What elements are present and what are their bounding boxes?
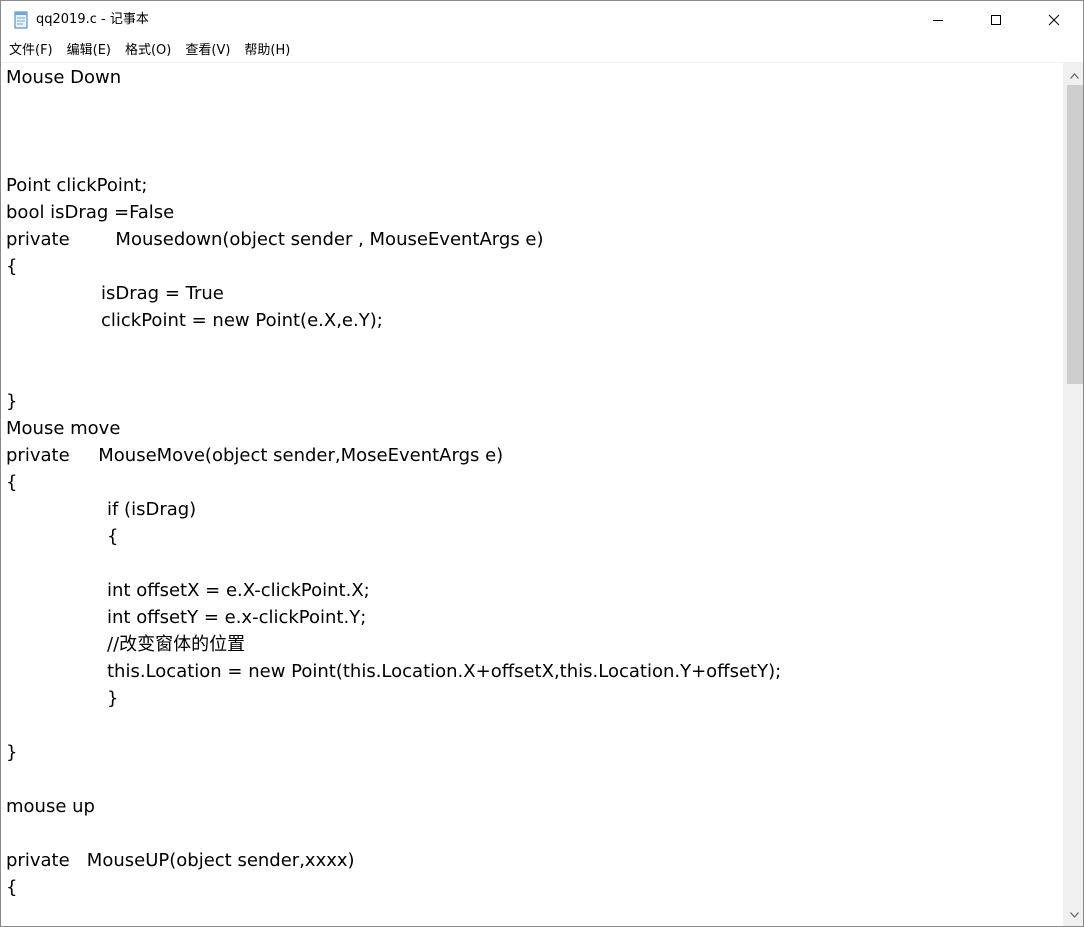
- scrollbar-thumb[interactable]: [1067, 85, 1083, 384]
- text-line[interactable]: [6, 361, 1063, 388]
- line-text: Point clickPoint;: [6, 175, 148, 196]
- window-title: qq2019.c - 记事本: [36, 12, 149, 27]
- text-line[interactable]: {: [6, 253, 1063, 280]
- maximize-button[interactable]: [967, 1, 1025, 39]
- line-text: {: [6, 877, 18, 898]
- close-button[interactable]: [1025, 1, 1083, 39]
- line-text: if (isDrag): [107, 499, 197, 520]
- line-text: int offsetX = e.X-clickPoint.X;: [107, 580, 370, 601]
- menu-bar: 文件(F) 编辑(E) 格式(O) 查看(V) 帮助(H): [1, 39, 1083, 63]
- menu-help[interactable]: 帮助(H): [237, 40, 297, 62]
- text-line[interactable]: Mouse Down: [6, 64, 1063, 91]
- title-bar[interactable]: qq2019.c - 记事本: [1, 1, 1083, 39]
- text-line[interactable]: if (isDrag): [6, 496, 1063, 523]
- line-text: bool isDrag =False: [6, 202, 175, 223]
- text-line[interactable]: {: [6, 874, 1063, 901]
- text-line[interactable]: private MouseUP(object sender,xxxx): [6, 847, 1063, 874]
- text-editor[interactable]: Mouse Down Point clickPoint; bool isDrag =…: [1, 63, 1063, 926]
- tab-indent: [6, 658, 107, 685]
- scroll-up-arrow-icon: [1070, 72, 1079, 79]
- text-line[interactable]: private MouseMove(object sender,MoseEven…: [6, 442, 1063, 469]
- tab-indent: [6, 631, 107, 658]
- text-line[interactable]: this.Location = new Point(this.Location.…: [6, 658, 1063, 685]
- menu-edit[interactable]: 编辑(E): [60, 40, 118, 62]
- line-text: {: [6, 256, 18, 277]
- text-line[interactable]: Point clickPoint;: [6, 172, 1063, 199]
- text-line[interactable]: //改变窗体的位置: [6, 631, 1063, 658]
- line-text: int offsetY = e.x-clickPoint.Y;: [107, 607, 367, 628]
- minimize-icon: [933, 20, 943, 21]
- vertical-scrollbar[interactable]: [1063, 63, 1083, 926]
- tab-indent: [6, 604, 107, 631]
- tab-indent: [6, 685, 107, 712]
- line-text: this.Location = new Point(this.Location.…: [107, 661, 782, 682]
- line-text: }: [6, 391, 18, 412]
- tab-indent: [6, 577, 107, 604]
- scroll-down-button[interactable]: [1064, 904, 1083, 925]
- menu-view[interactable]: 查看(V): [178, 40, 237, 62]
- line-text: private Mousedown(object sender , MouseE…: [6, 229, 544, 250]
- line-text: isDrag = True: [101, 283, 224, 304]
- maximize-icon: [991, 15, 1001, 25]
- text-line[interactable]: }: [6, 388, 1063, 415]
- text-line[interactable]: private Mousedown(object sender , MouseE…: [6, 226, 1063, 253]
- text-line[interactable]: bool isDrag =False: [6, 199, 1063, 226]
- line-text: private MouseMove(object sender,MoseEven…: [6, 445, 504, 466]
- line-text: Mouse move: [6, 418, 121, 439]
- text-line[interactable]: [6, 766, 1063, 793]
- notepad-icon: [14, 11, 28, 29]
- tab-indent: [6, 280, 101, 307]
- line-text: //改变窗体的位置: [107, 634, 246, 655]
- line-text: private MouseUP(object sender,xxxx): [6, 850, 355, 871]
- text-line[interactable]: [6, 145, 1063, 172]
- tab-indent: [6, 496, 107, 523]
- text-line[interactable]: [6, 91, 1063, 118]
- text-line[interactable]: [6, 550, 1063, 577]
- text-line[interactable]: {: [6, 469, 1063, 496]
- text-line[interactable]: [6, 118, 1063, 145]
- line-text: {: [6, 472, 18, 493]
- line-text: Mouse Down: [6, 67, 122, 88]
- document-text[interactable]: Mouse Down Point clickPoint; bool isDrag =…: [6, 64, 1063, 901]
- text-line[interactable]: [6, 334, 1063, 361]
- text-line[interactable]: clickPoint = new Point(e.X,e.Y);: [6, 307, 1063, 334]
- text-line[interactable]: isDrag = True: [6, 280, 1063, 307]
- line-text: {: [107, 526, 119, 547]
- tab-indent: [6, 307, 101, 334]
- text-line[interactable]: int offsetY = e.x-clickPoint.Y;: [6, 604, 1063, 631]
- text-line[interactable]: [6, 712, 1063, 739]
- text-line[interactable]: }: [6, 739, 1063, 766]
- notepad-window: qq2019.c - 记事本 文件(F) 编辑(E) 格式(O) 查看(V) 帮…: [0, 0, 1084, 927]
- close-icon: [1048, 14, 1060, 26]
- text-line[interactable]: Mouse move: [6, 415, 1063, 442]
- text-line[interactable]: }: [6, 685, 1063, 712]
- tab-indent: [6, 523, 107, 550]
- text-line[interactable]: {: [6, 523, 1063, 550]
- menu-file[interactable]: 文件(F): [2, 40, 60, 62]
- minimize-button[interactable]: [909, 1, 967, 39]
- menu-format[interactable]: 格式(O): [118, 40, 178, 62]
- line-text: }: [6, 742, 18, 763]
- text-line[interactable]: [6, 820, 1063, 847]
- scroll-down-arrow-icon: [1070, 911, 1079, 918]
- text-line[interactable]: mouse up: [6, 793, 1063, 820]
- line-text: clickPoint = new Point(e.X,e.Y);: [101, 310, 383, 331]
- line-text: mouse up: [6, 796, 95, 817]
- line-text: }: [107, 688, 119, 709]
- scroll-up-button[interactable]: [1064, 65, 1083, 86]
- text-line[interactable]: int offsetX = e.X-clickPoint.X;: [6, 577, 1063, 604]
